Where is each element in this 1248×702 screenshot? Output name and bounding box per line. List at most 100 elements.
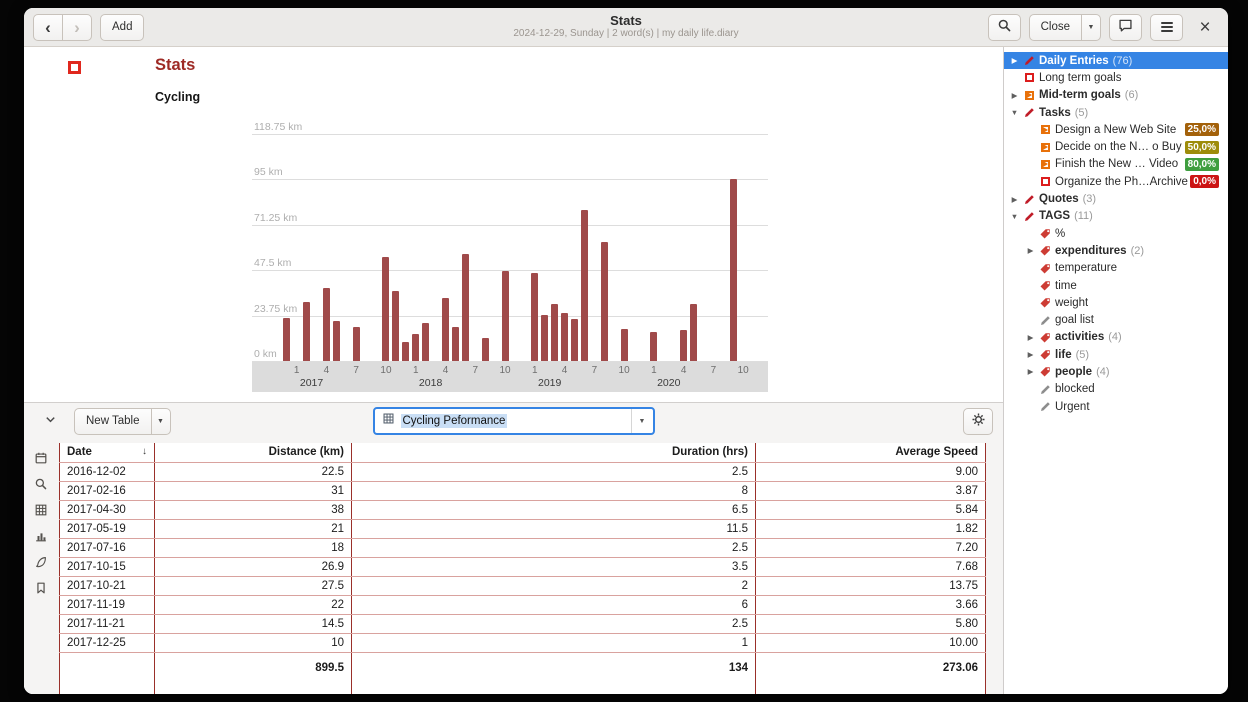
table-cell[interactable]: 2 xyxy=(352,576,756,595)
expander-closed-icon[interactable]: ▶ xyxy=(1024,350,1037,359)
table-cell[interactable]: 2017-07-16 xyxy=(60,538,155,557)
table-cell[interactable]: 22.5 xyxy=(155,462,352,481)
calendar-tool-button[interactable] xyxy=(29,448,53,470)
search-button[interactable] xyxy=(988,14,1021,41)
todo-checkbox-icon[interactable] xyxy=(68,61,81,74)
table-cell[interactable]: 2016-12-02 xyxy=(60,462,155,481)
table-cell[interactable]: 18 xyxy=(155,538,352,557)
expander-closed-icon[interactable]: ▶ xyxy=(1008,56,1021,65)
table-cell[interactable]: 2017-10-21 xyxy=(60,576,155,595)
tree-item-weight[interactable]: weight xyxy=(1004,294,1228,311)
table-selector-combo[interactable]: Cycling Peformance ▼ xyxy=(373,407,655,435)
table-cell[interactable]: 6.5 xyxy=(352,500,756,519)
table-cell[interactable]: 2017-11-21 xyxy=(60,614,155,633)
new-table-dropdown-button[interactable]: ▼ xyxy=(151,408,171,435)
table-cell[interactable]: 2.5 xyxy=(352,538,756,557)
tree-item-blocked[interactable]: blocked xyxy=(1004,381,1228,398)
table-cell[interactable]: 26.9 xyxy=(155,557,352,576)
tree-item-design-a-new-web-site[interactable]: Design a New Web Site25,0% xyxy=(1004,121,1228,138)
table-cell[interactable]: 11.5 xyxy=(352,519,756,538)
tree-item-quotes[interactable]: ▶Quotes(3) xyxy=(1004,190,1228,207)
table-cell[interactable]: 1.82 xyxy=(756,519,986,538)
table-tool-button[interactable] xyxy=(29,500,53,522)
table-cell[interactable]: 31 xyxy=(155,481,352,500)
table-cell[interactable]: 10.00 xyxy=(756,633,986,652)
diary-editor[interactable]: Stats Cycling 0 km23.75 km47.5 km71.25 k… xyxy=(24,47,1003,402)
table-cell[interactable]: 9.00 xyxy=(756,462,986,481)
tree-item-expenditures[interactable]: ▶expenditures(2) xyxy=(1004,242,1228,259)
table-cell[interactable]: 2017-04-30 xyxy=(60,500,155,519)
menu-button[interactable] xyxy=(1150,14,1183,41)
column-header-distance[interactable]: Distance (km) xyxy=(155,443,352,462)
table-cell[interactable]: 7.68 xyxy=(756,557,986,576)
theme-tool-button[interactable] xyxy=(29,552,53,574)
bookmark-tool-button[interactable] xyxy=(29,578,53,600)
table-cell[interactable]: 14.5 xyxy=(155,614,352,633)
chart-bar xyxy=(452,327,459,361)
expander-closed-icon[interactable]: ▶ xyxy=(1024,367,1037,376)
tree-item-urgent[interactable]: Urgent xyxy=(1004,398,1228,415)
tree-item-life[interactable]: ▶life(5) xyxy=(1004,346,1228,363)
table-cell[interactable]: 6 xyxy=(352,595,756,614)
chart-tool-button[interactable] xyxy=(29,526,53,548)
chat-button[interactable] xyxy=(1109,14,1142,41)
table-cell[interactable]: 8 xyxy=(352,481,756,500)
table-cell[interactable]: 27.5 xyxy=(155,576,352,595)
close-dropdown-button[interactable]: ▼ xyxy=(1081,14,1101,41)
table-cell[interactable]: 2.5 xyxy=(352,462,756,481)
table-cell[interactable]: 10 xyxy=(155,633,352,652)
table-settings-button[interactable] xyxy=(963,408,993,435)
expander-open-icon[interactable]: ▼ xyxy=(1008,212,1021,221)
expander-closed-icon[interactable]: ▶ xyxy=(1024,246,1037,255)
table-cell[interactable]: 5.80 xyxy=(756,614,986,633)
close-diary-button[interactable]: Close xyxy=(1029,14,1082,41)
window-close-button[interactable]: × xyxy=(1191,14,1219,41)
tree-item-activities[interactable]: ▶activities(4) xyxy=(1004,329,1228,346)
add-button[interactable]: Add xyxy=(100,14,144,41)
table-cell[interactable]: 3.66 xyxy=(756,595,986,614)
expander-closed-icon[interactable]: ▶ xyxy=(1008,91,1021,100)
tree-item-temperature[interactable]: temperature xyxy=(1004,260,1228,277)
forward-button[interactable]: › xyxy=(62,14,92,41)
tree-item-decide-on-the-n-o-buy[interactable]: Decide on the N… o Buy50,0% xyxy=(1004,138,1228,155)
column-header-duration[interactable]: Duration (hrs) xyxy=(352,443,756,462)
tree-item-tasks[interactable]: ▼Tasks(5) xyxy=(1004,104,1228,121)
tree-item-people[interactable]: ▶people(4) xyxy=(1004,363,1228,380)
tree-item-mid-term-goals[interactable]: ▶Mid-term goals(6) xyxy=(1004,87,1228,104)
expander-closed-icon[interactable]: ▶ xyxy=(1024,333,1037,342)
table-cell[interactable]: 22 xyxy=(155,595,352,614)
table-cell[interactable]: 1 xyxy=(352,633,756,652)
combo-dropdown-icon[interactable]: ▼ xyxy=(631,409,653,433)
table-cell[interactable]: 21 xyxy=(155,519,352,538)
tree-item-tags[interactable]: ▼TAGS(11) xyxy=(1004,208,1228,225)
chart-bar xyxy=(730,179,737,361)
table-cell[interactable]: 7.20 xyxy=(756,538,986,557)
table-cell[interactable]: 3.87 xyxy=(756,481,986,500)
table-cell[interactable]: 2.5 xyxy=(352,614,756,633)
tree-item-finish-the-new-video[interactable]: Finish the New … Video80,0% xyxy=(1004,156,1228,173)
back-button[interactable]: ‹ xyxy=(33,14,63,41)
search-tool-button[interactable] xyxy=(29,474,53,496)
column-header-avg-speed[interactable]: Average Speed xyxy=(756,443,986,462)
collapse-panel-button[interactable] xyxy=(34,408,67,435)
table-cell[interactable]: 2017-12-25 xyxy=(60,633,155,652)
table-cell[interactable]: 2017-11-19 xyxy=(60,595,155,614)
table-cell[interactable]: 38 xyxy=(155,500,352,519)
table-cell[interactable]: 2017-10-15 xyxy=(60,557,155,576)
tree-item-organize-the-ph-archive[interactable]: Organize the Ph…Archive0,0% xyxy=(1004,173,1228,190)
new-table-button[interactable]: New Table xyxy=(74,408,152,435)
expander-open-icon[interactable]: ▼ xyxy=(1008,108,1021,117)
tree-item-time[interactable]: time xyxy=(1004,277,1228,294)
tree-item-goal-list[interactable]: goal list xyxy=(1004,311,1228,328)
column-header-date[interactable]: Date↓ xyxy=(60,443,155,462)
x-axis-month-tick: 7 xyxy=(592,365,598,376)
table-cell[interactable]: 2017-02-16 xyxy=(60,481,155,500)
expander-closed-icon[interactable]: ▶ xyxy=(1008,195,1021,204)
table-cell[interactable]: 3.5 xyxy=(352,557,756,576)
table-cell[interactable]: 2017-05-19 xyxy=(60,519,155,538)
table-cell[interactable]: 5.84 xyxy=(756,500,986,519)
table-cell[interactable]: 13.75 xyxy=(756,576,986,595)
tree-item-item[interactable]: % xyxy=(1004,225,1228,242)
tree-item-long-term-goals[interactable]: Long term goals xyxy=(1004,69,1228,86)
tree-item-daily-entries[interactable]: ▶Daily Entries(76) xyxy=(1004,52,1228,69)
